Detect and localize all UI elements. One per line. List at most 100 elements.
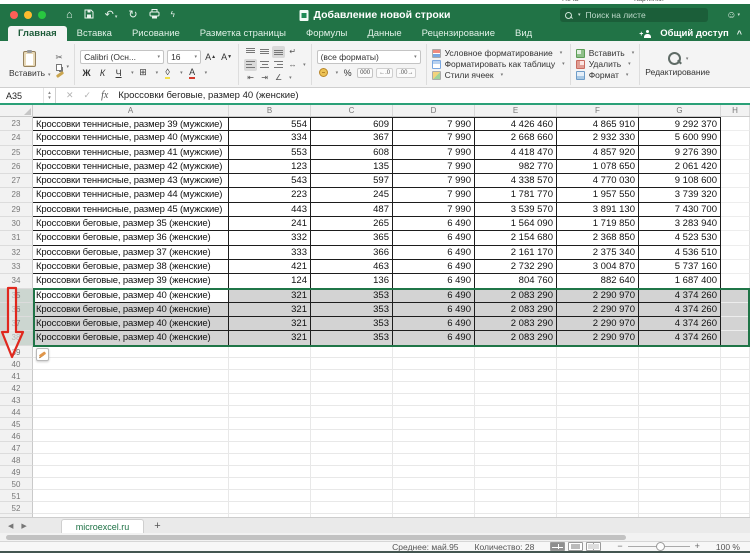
- cell[interactable]: 4 857 920: [557, 146, 639, 160]
- collapse-ribbon-icon[interactable]: ^: [737, 29, 742, 39]
- percent-format-button[interactable]: %: [341, 66, 354, 79]
- row-header-25[interactable]: 25: [0, 146, 33, 160]
- horizontal-scrollbar[interactable]: [0, 533, 750, 541]
- cell[interactable]: [311, 406, 393, 418]
- confirm-entry-icon[interactable]: ✓: [84, 90, 92, 101]
- cell[interactable]: 6 490: [393, 274, 475, 288]
- column-header-A[interactable]: A: [33, 105, 229, 116]
- column-header-F[interactable]: F: [557, 105, 639, 116]
- tab-vid[interactable]: Вид: [505, 26, 542, 41]
- cell[interactable]: 2 083 290: [475, 317, 557, 331]
- align-middle-button[interactable]: [258, 46, 271, 58]
- cell[interactable]: [33, 454, 229, 466]
- cell[interactable]: 223: [229, 188, 311, 202]
- cell[interactable]: Кроссовки беговые, размер 35 (женские): [33, 217, 229, 231]
- cell[interactable]: [721, 466, 750, 478]
- cell[interactable]: Кроссовки теннисные, размер 40 (мужские): [33, 131, 229, 145]
- cell[interactable]: 3 004 870: [557, 260, 639, 274]
- cell[interactable]: [393, 406, 475, 418]
- decrease-indent-button[interactable]: ⇤: [244, 72, 257, 84]
- align-top-button[interactable]: [244, 46, 257, 58]
- tab-razmetka[interactable]: Разметка страницы: [190, 26, 296, 41]
- cell[interactable]: [639, 466, 721, 478]
- cell[interactable]: 321: [229, 303, 311, 317]
- cell[interactable]: [557, 394, 639, 406]
- cell[interactable]: [557, 514, 639, 517]
- row-header-50[interactable]: 50: [0, 478, 33, 490]
- cell[interactable]: [557, 442, 639, 454]
- cell[interactable]: [721, 246, 750, 260]
- print-icon[interactable]: [149, 9, 160, 22]
- cell[interactable]: [639, 430, 721, 442]
- cell[interactable]: [721, 370, 750, 382]
- cell[interactable]: 321: [229, 289, 311, 303]
- cell[interactable]: [311, 370, 393, 382]
- cell[interactable]: 597: [311, 174, 393, 188]
- italic-button[interactable]: К: [96, 66, 109, 79]
- cell[interactable]: 553: [229, 146, 311, 160]
- cell[interactable]: [721, 188, 750, 202]
- cell[interactable]: [475, 418, 557, 430]
- feedback-smiley-button[interactable]: ☺▾: [726, 10, 740, 21]
- cell[interactable]: Кроссовки беговые, размер 38 (женские): [33, 260, 229, 274]
- cell[interactable]: [639, 358, 721, 370]
- cell[interactable]: Кроссовки беговые, размер 37 (женские): [33, 246, 229, 260]
- cell[interactable]: 6 490: [393, 260, 475, 274]
- cell[interactable]: [639, 454, 721, 466]
- cell[interactable]: 2 290 970: [557, 331, 639, 345]
- cell[interactable]: 2 732 290: [475, 260, 557, 274]
- cell[interactable]: [33, 430, 229, 442]
- cell[interactable]: [393, 502, 475, 514]
- align-left-button[interactable]: [244, 59, 257, 71]
- cell[interactable]: 7 990: [393, 160, 475, 174]
- cell[interactable]: [393, 370, 475, 382]
- borders-button[interactable]: ⊞: [137, 66, 150, 79]
- cell[interactable]: [475, 394, 557, 406]
- insert-options-button[interactable]: [36, 348, 49, 361]
- cell[interactable]: 2 368 850: [557, 231, 639, 245]
- row-header-46[interactable]: 46: [0, 430, 33, 442]
- delete-cells-button[interactable]: Удалить▾: [576, 60, 635, 69]
- cell[interactable]: 3 891 130: [557, 203, 639, 217]
- column-header-H[interactable]: H: [721, 105, 750, 116]
- cell[interactable]: 365: [311, 231, 393, 245]
- cell[interactable]: [393, 358, 475, 370]
- cell[interactable]: [33, 358, 229, 370]
- redo-button[interactable]: ↻: [128, 10, 137, 21]
- cell[interactable]: [475, 490, 557, 502]
- font-name-select[interactable]: Calibri (Осн...▾: [80, 50, 164, 64]
- cell[interactable]: [33, 394, 229, 406]
- cell[interactable]: 6 490: [393, 317, 475, 331]
- cell[interactable]: 265: [311, 217, 393, 231]
- cell[interactable]: Кроссовки теннисные, размер 41 (мужские): [33, 146, 229, 160]
- sheet-tab-active[interactable]: microexcel.ru: [61, 519, 145, 533]
- insert-cells-button[interactable]: Вставить▾: [576, 49, 635, 58]
- cell[interactable]: [393, 382, 475, 394]
- zoom-level[interactable]: 100 %: [716, 542, 740, 552]
- cell[interactable]: [33, 406, 229, 418]
- cell[interactable]: [311, 418, 393, 430]
- cell[interactable]: [229, 382, 311, 394]
- align-bottom-button[interactable]: [272, 46, 285, 58]
- cell[interactable]: [33, 502, 229, 514]
- cell[interactable]: [229, 394, 311, 406]
- insert-function-icon[interactable]: fx: [101, 90, 108, 101]
- row-header-30[interactable]: 30: [0, 217, 33, 231]
- cell[interactable]: 1 957 550: [557, 188, 639, 202]
- prev-sheet-icon[interactable]: ◀: [8, 522, 13, 530]
- cell[interactable]: [639, 418, 721, 430]
- cell[interactable]: 1 719 850: [557, 217, 639, 231]
- cell[interactable]: [393, 346, 475, 358]
- cell[interactable]: 7 990: [393, 146, 475, 160]
- cell[interactable]: [311, 358, 393, 370]
- cell[interactable]: 6 490: [393, 303, 475, 317]
- cell[interactable]: [721, 406, 750, 418]
- cell[interactable]: [721, 418, 750, 430]
- cell[interactable]: 5 737 160: [639, 260, 721, 274]
- cell[interactable]: 4 536 510: [639, 246, 721, 260]
- cell[interactable]: 2 083 290: [475, 303, 557, 317]
- cell[interactable]: 241: [229, 217, 311, 231]
- currency-format-button[interactable]: [317, 66, 330, 79]
- cell[interactable]: [721, 174, 750, 188]
- zoom-slider-thumb[interactable]: [656, 542, 665, 551]
